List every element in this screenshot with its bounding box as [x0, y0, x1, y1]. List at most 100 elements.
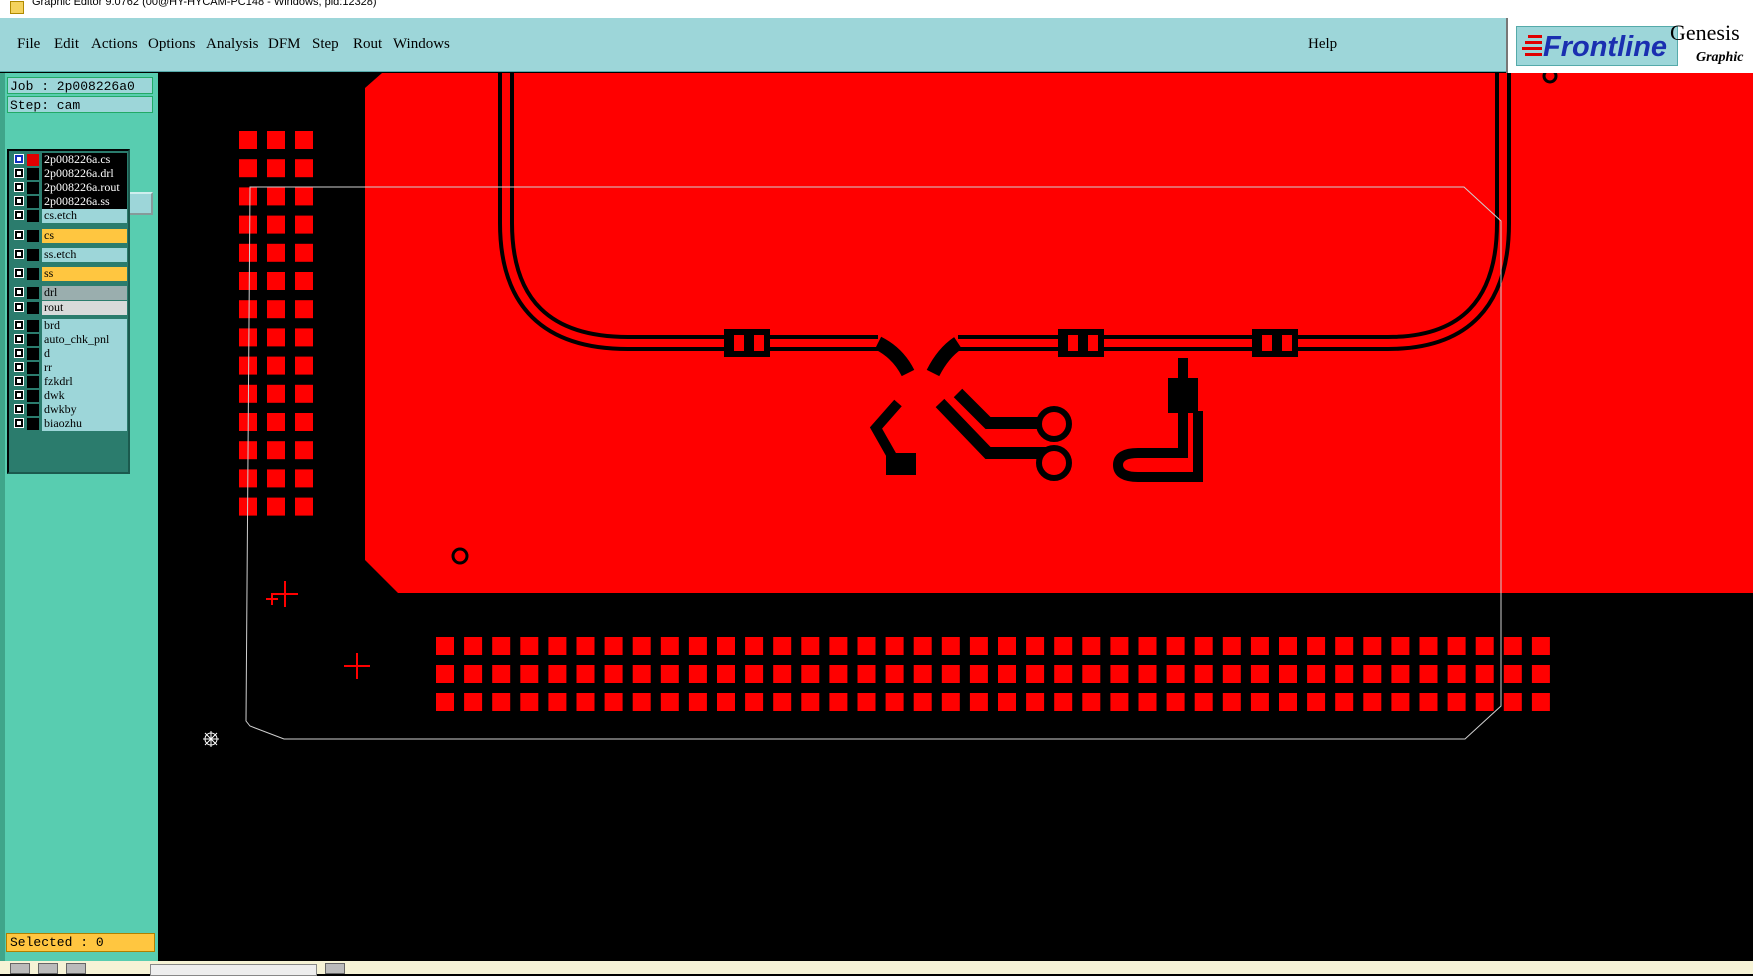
- component-pad: [734, 335, 744, 351]
- menu-edit[interactable]: Edit: [54, 36, 79, 53]
- layer-row[interactable]: ss.etch: [12, 248, 127, 262]
- layer-name[interactable]: 2p008226a.cs: [42, 153, 127, 167]
- layer-checkbox[interactable]: [14, 404, 24, 414]
- menu-analysis[interactable]: Analysis: [206, 36, 259, 53]
- smd-pad: [464, 665, 483, 683]
- layer-row[interactable]: 2p008226a.rout: [12, 181, 127, 195]
- layer-checkbox[interactable]: [14, 168, 24, 178]
- menu-rout[interactable]: Rout: [353, 36, 382, 53]
- layer-name[interactable]: rout: [42, 301, 127, 315]
- layer-row[interactable]: 2p008226a.cs: [12, 153, 127, 167]
- smd-pad: [520, 693, 539, 711]
- layer-name[interactable]: 2p008226a.drl: [42, 167, 127, 181]
- layer-checkbox[interactable]: [14, 418, 24, 428]
- layer-checkbox[interactable]: [14, 182, 24, 192]
- layer-checkbox[interactable]: [14, 320, 24, 330]
- brand-area: Frontline Genesis Graphic: [1506, 18, 1753, 73]
- smd-pad: [1026, 665, 1045, 683]
- menu-windows[interactable]: Windows: [393, 36, 450, 53]
- layer-row[interactable]: ss: [12, 267, 127, 281]
- layer-checkbox[interactable]: [14, 268, 24, 278]
- smd-pad: [1082, 665, 1101, 683]
- layer-row[interactable]: dwkby: [12, 403, 127, 417]
- smd-pad: [267, 272, 285, 290]
- layer-row[interactable]: fzkdrl: [12, 375, 127, 389]
- layer-color-swatch: [27, 334, 39, 346]
- pointer-button[interactable]: [325, 963, 345, 974]
- menu-step[interactable]: Step: [312, 36, 339, 53]
- zoom-out-button[interactable]: [38, 963, 58, 974]
- hook-pad: [1168, 378, 1198, 413]
- smd-pad: [1531, 637, 1550, 655]
- smd-pad: [1307, 637, 1326, 655]
- layer-row[interactable]: auto_chk_pnl: [12, 333, 127, 347]
- layer-name[interactable]: dwkby: [42, 403, 127, 417]
- layer-checkbox[interactable]: [14, 362, 24, 372]
- smd-pad: [492, 665, 511, 683]
- product-name: Genesis: [1670, 20, 1740, 45]
- layer-row[interactable]: cs.etch: [12, 209, 127, 223]
- logo-text: Frontline: [1543, 31, 1668, 63]
- layer-name[interactable]: cs: [42, 229, 127, 243]
- layer-name[interactable]: rr: [42, 361, 127, 375]
- layer-name[interactable]: auto_chk_pnl: [42, 333, 127, 347]
- layer-name[interactable]: 2p008226a.ss: [42, 195, 127, 209]
- via-pad: [1036, 445, 1072, 481]
- menu-help[interactable]: Help: [1308, 36, 1337, 53]
- layer-name[interactable]: ss: [42, 267, 127, 281]
- graphic-canvas[interactable]: [158, 73, 1753, 961]
- layer-name[interactable]: ss.etch: [42, 248, 127, 262]
- layer-row[interactable]: cs: [12, 229, 127, 243]
- layer-name[interactable]: cs.etch: [42, 209, 127, 223]
- smd-pad: [239, 356, 257, 375]
- layer-row[interactable]: rout: [12, 301, 127, 315]
- layer-checkbox[interactable]: [14, 249, 24, 259]
- menu-file[interactable]: File: [17, 36, 40, 53]
- smd-pad: [1026, 693, 1045, 711]
- layer-name[interactable]: dwk: [42, 389, 127, 403]
- smd-pad: [295, 469, 313, 488]
- menu-actions[interactable]: Actions: [91, 36, 138, 53]
- smd-pad: [1475, 637, 1494, 655]
- component-pad: [754, 335, 764, 351]
- smd-pad: [492, 637, 511, 655]
- smd-pad: [1363, 637, 1382, 655]
- smd-pad: [295, 159, 313, 178]
- layer-row[interactable]: 2p008226a.ss: [12, 195, 127, 209]
- layer-row[interactable]: brd: [12, 319, 127, 333]
- layer-checkbox[interactable]: [14, 376, 24, 386]
- layer-row[interactable]: rr: [12, 361, 127, 375]
- layer-row[interactable]: 2p008226a.drl: [12, 167, 127, 181]
- layer-checkbox[interactable]: [14, 196, 24, 206]
- layer-name[interactable]: biaozhu: [42, 417, 127, 431]
- layer-checkbox[interactable]: [14, 287, 24, 297]
- smd-pad: [239, 328, 257, 347]
- smd-pad: [717, 637, 735, 655]
- smd-pad: [267, 243, 285, 262]
- zoom-in-button[interactable]: [10, 963, 30, 974]
- layer-checkbox[interactable]: [14, 302, 24, 312]
- layer-row[interactable]: drl: [12, 286, 127, 300]
- layer-checkbox[interactable]: [14, 334, 24, 344]
- layer-name[interactable]: fzkdrl: [42, 375, 127, 389]
- layer-checkbox[interactable]: [14, 210, 24, 220]
- layer-name[interactable]: brd: [42, 319, 127, 333]
- layer-row[interactable]: biaozhu: [12, 417, 127, 431]
- menu-dfm[interactable]: DFM: [268, 36, 301, 53]
- menu-options[interactable]: Options: [148, 36, 196, 53]
- smd-pad: [1307, 665, 1326, 683]
- smd-pad: [829, 693, 848, 711]
- layer-checkbox[interactable]: [14, 348, 24, 358]
- layer-checkbox[interactable]: [14, 154, 24, 164]
- zoom-home-button[interactable]: [66, 963, 86, 974]
- smd-pad: [239, 272, 257, 290]
- layer-name[interactable]: d: [42, 347, 127, 361]
- layer-name[interactable]: 2p008226a.rout: [42, 181, 127, 195]
- layer-row[interactable]: d: [12, 347, 127, 361]
- smd-pad: [632, 637, 651, 655]
- markers: [266, 581, 370, 679]
- layer-checkbox[interactable]: [14, 390, 24, 400]
- layer-row[interactable]: dwk: [12, 389, 127, 403]
- layer-checkbox[interactable]: [14, 230, 24, 240]
- layer-name[interactable]: drl: [42, 286, 127, 300]
